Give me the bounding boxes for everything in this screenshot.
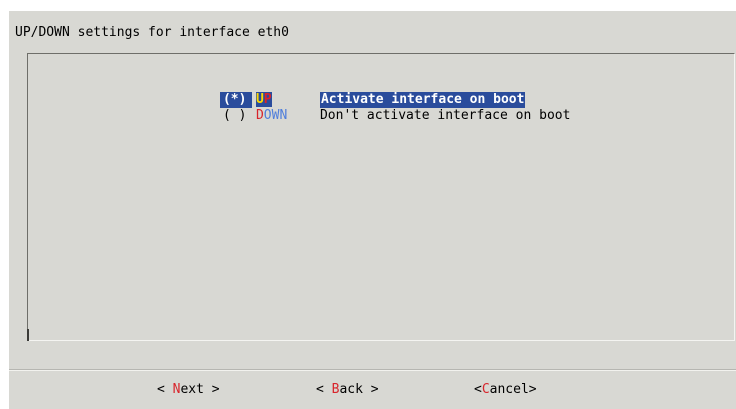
tag-rest-down: OWN [263, 108, 288, 123]
radio-button-unselected[interactable]: ( ) [220, 108, 252, 124]
back-button-left: < [316, 382, 332, 397]
dialog: UP/DOWN settings for interface eth0 (*) U… [9, 11, 736, 409]
item-tag-down: DOWN [252, 108, 320, 124]
cancel-button[interactable]: <Cancel> [474, 382, 537, 398]
radio-list: (*) UP Activate interface on boot ( ) DOWN D… [173, 76, 570, 123]
back-button-rest: ack > [339, 382, 379, 397]
cancel-button-hotkey: C [481, 382, 490, 397]
next-button[interactable]: < Next > [157, 382, 220, 398]
cancel-button-left: < [474, 382, 482, 397]
radio-item-up[interactable]: (*) UP Activate interface on boot [173, 76, 570, 108]
dialog-title: UP/DOWN settings for interface eth0 [15, 25, 289, 40]
next-button-rest: ext > [180, 382, 220, 397]
menu-box-corner [27, 329, 29, 341]
back-button[interactable]: < Back > [316, 382, 379, 398]
next-button-left: < [157, 382, 173, 397]
cancel-button-rest: ancel> [489, 382, 537, 397]
radio-item-down[interactable]: ( ) DOWN Don't activate interface on boot [173, 92, 570, 123]
button-divider-highlight [9, 370, 736, 371]
item-description-down: Don't activate interface on boot [319, 108, 571, 123]
hotkey-down: D [255, 108, 264, 123]
